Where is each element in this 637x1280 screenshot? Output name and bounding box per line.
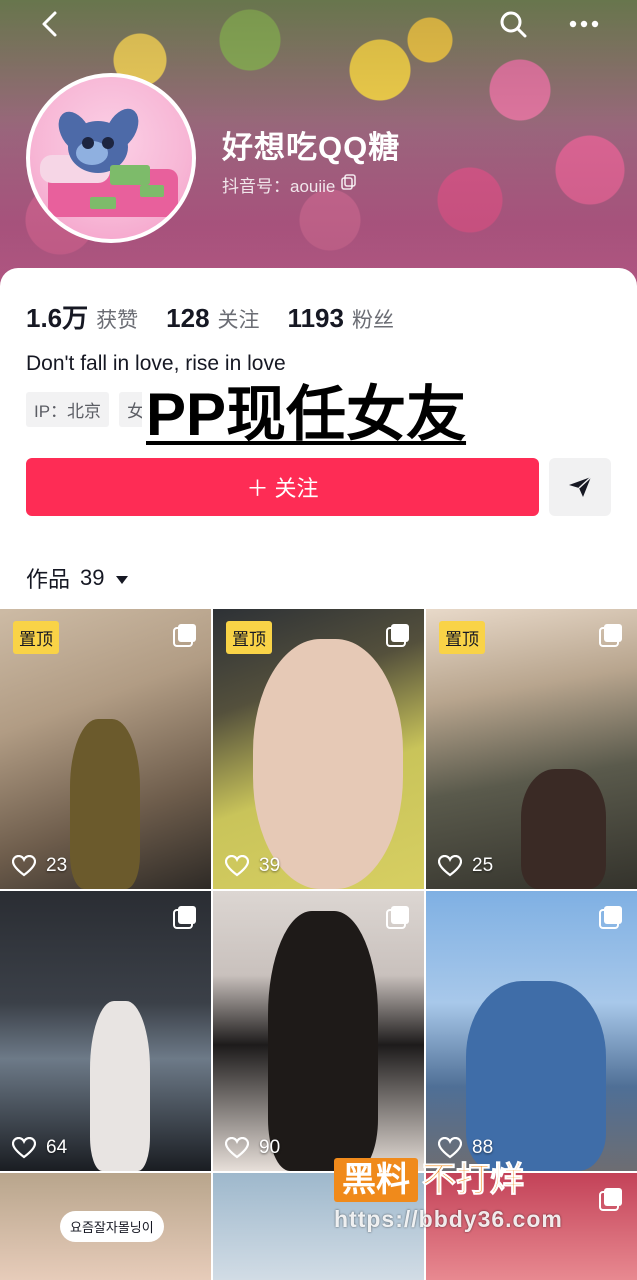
works-tab[interactable]: 作品 39: [26, 562, 129, 594]
share-button[interactable]: [549, 458, 611, 516]
multi-image-icon: [173, 905, 197, 934]
like-count-text: 25: [472, 855, 494, 876]
multi-image-icon: [386, 623, 410, 652]
multi-image-icon: [599, 623, 623, 652]
tag-ip: IP：北京: [26, 392, 110, 427]
heart-icon: [225, 855, 249, 877]
thumbnail-subject: [90, 1001, 150, 1171]
video-tile[interactable]: 88: [426, 891, 637, 1171]
video-tile[interactable]: 요즘잘자몰닝이: [0, 1173, 211, 1280]
multi-image-icon: [173, 623, 197, 652]
watermark-url: https://bbdy36.com: [334, 1206, 563, 1232]
like-count: 64: [12, 1137, 67, 1159]
video-tile[interactable]: 64: [0, 891, 211, 1171]
thumbnail-caption-bubble: 요즘잘자몰닝이: [60, 1211, 164, 1242]
multi-image-icon: [599, 905, 623, 934]
dropdown-icon: [115, 565, 129, 591]
watermark-text: 不打烊: [422, 1161, 525, 1200]
like-count-text: 90: [259, 1137, 281, 1158]
pinned-badge: 置顶: [439, 621, 485, 654]
share-icon: [569, 476, 592, 497]
stat-number: 1193: [287, 303, 344, 333]
avatar[interactable]: [26, 73, 196, 243]
video-tile[interactable]: 置顶 25: [426, 609, 637, 889]
profile-name: 好想吃QQ糖: [222, 130, 401, 165]
stat-label: 粉丝: [351, 309, 394, 332]
like-count: 23: [12, 855, 67, 877]
copy-icon[interactable]: [341, 174, 357, 195]
heart-icon: [12, 855, 36, 877]
video-tile[interactable]: 置顶 39: [213, 609, 424, 889]
douyin-id-text: 抖音号：aouiie: [222, 177, 336, 196]
profile-tags: IP：北京 女: [26, 392, 153, 427]
stat-following[interactable]: 128 关注: [166, 303, 259, 334]
douyin-id[interactable]: 抖音号：aouiie: [222, 172, 357, 197]
more-icon[interactable]: [564, 8, 604, 40]
works-count: 39: [80, 565, 105, 590]
multi-image-icon: [386, 905, 410, 934]
overlay-caption: PP现任女友: [142, 380, 471, 450]
like-count: 88: [438, 1137, 493, 1159]
watermark-box-text: 黑料: [334, 1158, 418, 1202]
stat-label: 关注: [217, 309, 260, 332]
heart-icon: [12, 1137, 36, 1159]
pinned-badge: 置顶: [226, 621, 272, 654]
heart-icon: [438, 1137, 462, 1159]
heart-icon: [438, 855, 462, 877]
thumbnail-subject: [268, 911, 378, 1171]
follow-button[interactable]: ＋ 关注: [26, 458, 539, 516]
avatar-illustration: [40, 108, 178, 217]
like-count-text: 88: [472, 1137, 494, 1158]
heart-icon: [225, 1137, 249, 1159]
thumbnail-subject: [521, 769, 606, 889]
stats-row: 1.6万 获赞 128 关注 1193 粉丝: [26, 298, 394, 335]
thumbnail-subject: [253, 639, 403, 889]
search-icon[interactable]: [493, 8, 533, 40]
works-label: 作品: [26, 567, 71, 592]
bio-text: Don't fall in love, rise in love: [26, 352, 286, 375]
profile-card: 1.6万 获赞 128 关注 1193 粉丝 Don't fall in lov…: [0, 268, 637, 608]
stat-number: 128: [166, 303, 210, 333]
stat-label: 获赞: [96, 309, 139, 332]
stat-likes[interactable]: 1.6万 获赞: [26, 298, 138, 335]
like-count: 90: [225, 1137, 280, 1159]
multi-image-icon: [599, 1187, 623, 1216]
watermark: 黑料 不打烊 https://bbdy36.com: [334, 1158, 563, 1233]
like-count: 39: [225, 855, 280, 877]
like-count-text: 23: [46, 855, 68, 876]
like-count: 25: [438, 855, 493, 877]
thumbnail-subject: [70, 719, 140, 889]
back-icon[interactable]: [30, 8, 70, 40]
like-count-text: 64: [46, 1137, 68, 1158]
video-tile[interactable]: 置顶 23: [0, 609, 211, 889]
stat-followers[interactable]: 1193 粉丝: [288, 303, 394, 334]
video-tile[interactable]: 90: [213, 891, 424, 1171]
pinned-badge: 置顶: [13, 621, 59, 654]
like-count-text: 39: [259, 855, 281, 876]
stat-number: 1.6万: [26, 303, 89, 333]
